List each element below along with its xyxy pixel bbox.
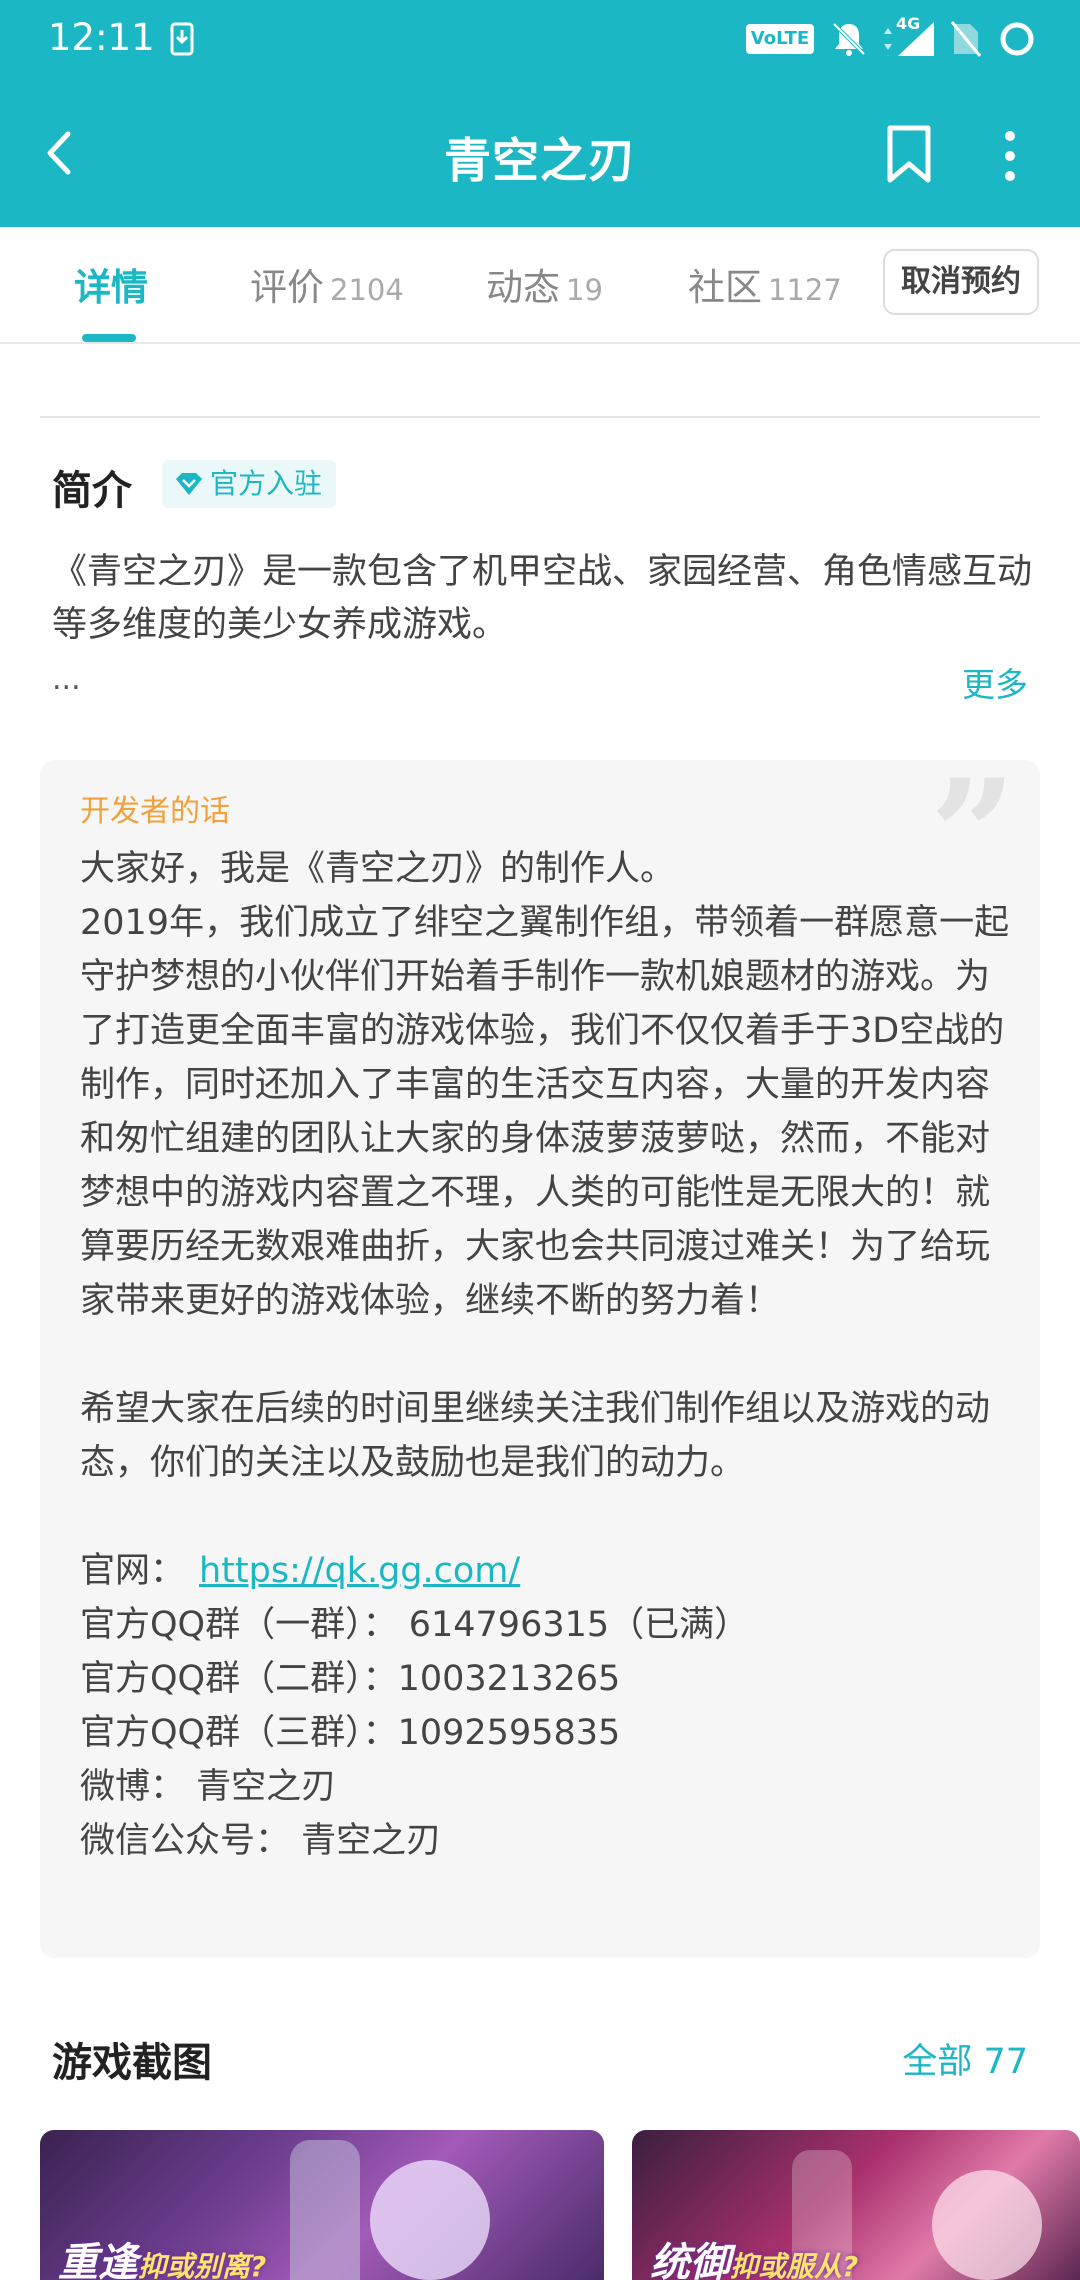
weibo-line: 微博： 青空之刃	[80, 1767, 337, 1807]
official-badge-label: 官方入驻	[210, 467, 323, 500]
cancel-reservation-button[interactable]: 取消预约	[883, 249, 1039, 315]
tab-reviews[interactable]: 评价 2104	[250, 257, 404, 311]
tab-community[interactable]: 社区 1127	[688, 257, 842, 311]
screenshot-thumbnail[interactable]: 统御抑或服从?	[632, 2130, 1080, 2280]
status-bar: 12:11 VoLTE 4G	[0, 0, 1080, 80]
diamond-icon	[176, 473, 202, 495]
sim-download-icon	[170, 22, 194, 56]
more-link[interactable]: 更多	[962, 658, 1028, 706]
developer-paragraph-1: 大家好，我是《青空之刃》的制作人。 2019年，我们成立了绯空之翼制作组，带领着…	[80, 849, 1010, 1321]
qq-group-2: 官方QQ群（二群）：1003213265	[80, 1659, 621, 1699]
intro-ellipsis: ...	[52, 662, 81, 697]
official-badge: 官方入驻	[162, 460, 337, 508]
qq-group-3: 官方QQ群（三群）：1092595835	[80, 1713, 621, 1753]
bookmark-icon[interactable]	[884, 124, 934, 184]
developer-body: 大家好，我是《青空之刃》的制作人。 2019年，我们成立了绯空之翼制作组，带领着…	[80, 842, 1010, 1868]
active-tab-indicator	[82, 334, 136, 342]
screenshots-title: 游戏截图	[52, 2040, 212, 2086]
screenshots-all-link[interactable]: 全部 77	[902, 2033, 1028, 2084]
website-link[interactable]: https://qk.gg.com/	[199, 1551, 520, 1591]
developer-card: ” 开发者的话 大家好，我是《青空之刃》的制作人。 2019年，我们成立了绯空之…	[40, 760, 1040, 1958]
screenshot-caption: 统御抑或服从?	[650, 2240, 859, 2280]
screenshot-caption: 重逢抑或别离?	[58, 2240, 267, 2280]
tab-bar: 详情 评价 2104 动态 19 社区 1127 取消预约	[0, 227, 1080, 344]
developer-label: 开发者的话	[80, 794, 230, 829]
volte-label: VoLTE	[750, 28, 810, 49]
battery-ring-icon	[1000, 22, 1034, 56]
tab-community-label: 社区	[688, 266, 762, 309]
developer-paragraph-2: 希望大家在后续的时间里继续关注我们制作组以及游戏的动态，你们的关注以及鼓励也是我…	[80, 1389, 991, 1483]
more-menu-icon[interactable]	[998, 128, 1022, 184]
volte-icon: VoLTE	[746, 24, 814, 54]
tab-details[interactable]: 详情	[74, 257, 148, 311]
website-line: 官网： https://qk.gg.com/	[80, 1544, 1010, 1598]
wechat-line: 微信公众号： 青空之刃	[80, 1821, 442, 1861]
app-bar: 青空之刃	[0, 80, 1080, 227]
divider	[40, 416, 1040, 418]
tab-updates-count: 19	[566, 273, 603, 307]
qq-group-1: 官方QQ群（一群）： 614796315（已满）	[80, 1605, 750, 1645]
signal-icon	[884, 22, 934, 56]
tab-updates[interactable]: 动态 19	[486, 257, 603, 311]
website-label: 官网：	[80, 1551, 186, 1591]
tab-updates-label: 动态	[486, 266, 560, 309]
tab-reviews-count: 2104	[330, 273, 404, 307]
tab-details-label: 详情	[74, 266, 148, 309]
screenshot-thumbnail[interactable]: 重逢抑或别离?	[40, 2130, 604, 2280]
intro-text: 《青空之刃》是一款包含了机甲空战、家园经营、角色情感互动等多维度的美少女养成游戏…	[52, 552, 1033, 645]
tab-reviews-label: 评价	[250, 266, 324, 309]
status-time: 12:11	[48, 16, 155, 59]
mute-bell-icon	[832, 22, 866, 56]
intro-title: 简介	[52, 468, 132, 514]
no-sim-icon	[950, 21, 982, 57]
tab-community-count: 1127	[768, 273, 842, 307]
